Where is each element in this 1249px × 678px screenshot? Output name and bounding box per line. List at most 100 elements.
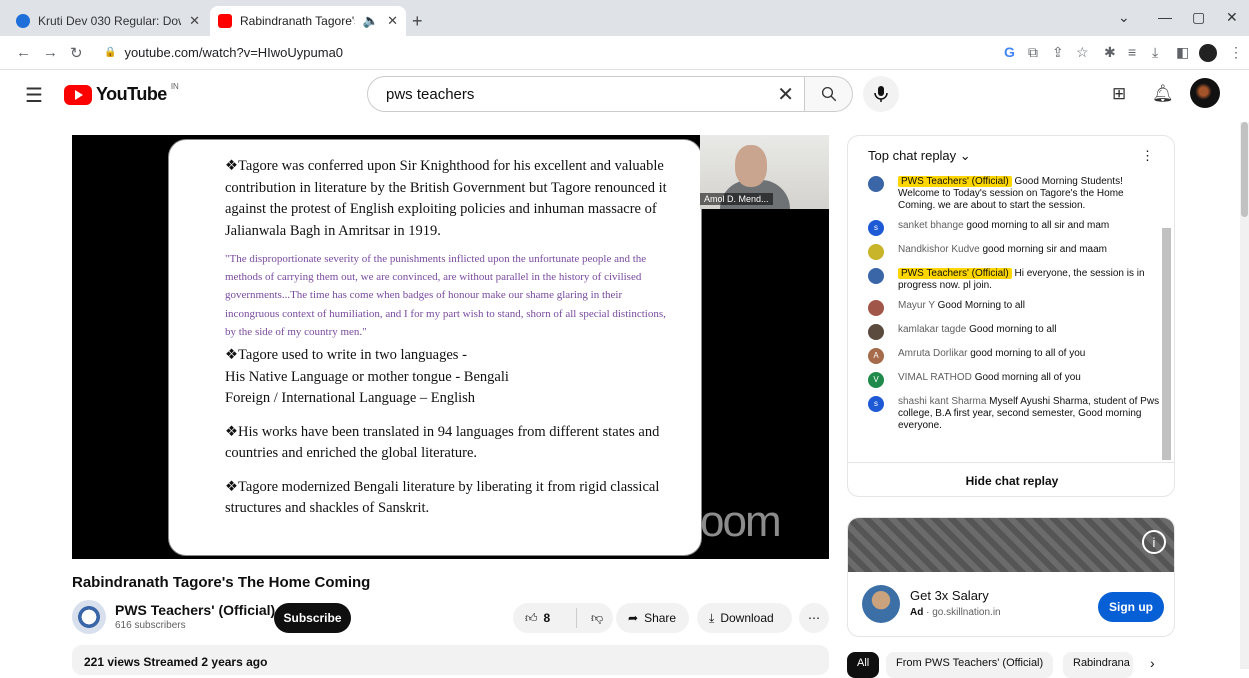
chat-author-name[interactable]: sanket bhange bbox=[898, 220, 964, 231]
google-ext-icon[interactable]: G bbox=[1004, 44, 1015, 60]
close-tab-icon[interactable]: ✕ bbox=[189, 13, 200, 29]
share-button[interactable]: ➦ Share bbox=[616, 603, 689, 633]
chat-message-content: shashi kant Sharma Myself Ayushi Sharma,… bbox=[898, 396, 1160, 432]
zoom-watermark: zoom bbox=[680, 497, 782, 546]
chat-author-name[interactable]: VIMAL RATHOD bbox=[898, 372, 972, 383]
extensions-icon[interactable]: ✱ bbox=[1104, 44, 1116, 61]
download-button[interactable]: ⤓ Download bbox=[697, 603, 792, 633]
chat-messages[interactable]: PWS Teachers' (Official) Good Morning St… bbox=[848, 176, 1160, 461]
subscribe-button[interactable]: Subscribe bbox=[274, 603, 351, 633]
chat-message[interactable]: A Amruta Dorlikar good morning to all of … bbox=[868, 348, 1160, 364]
side-panel-icon[interactable]: ◧ bbox=[1176, 44, 1189, 61]
chip-from-channel[interactable]: From PWS Teachers' (Official) bbox=[886, 652, 1054, 678]
search-button[interactable] bbox=[805, 76, 853, 112]
like-count: 8 bbox=[543, 611, 551, 625]
slide-paragraph: Foreign / International Language – Engli… bbox=[225, 390, 476, 407]
chat-message-content: VIMAL RATHOD Good morning all of you bbox=[898, 372, 1081, 388]
reload-icon[interactable]: ↻ bbox=[70, 44, 83, 62]
voice-search-button[interactable] bbox=[863, 76, 899, 112]
ad-title[interactable]: Get 3x Salary bbox=[910, 588, 989, 603]
chat-message[interactable]: V VIMAL RATHOD Good morning all of you bbox=[868, 372, 1160, 388]
more-dots-icon: ⋯ bbox=[808, 611, 820, 625]
browser-menu-icon[interactable]: ⋮ bbox=[1229, 44, 1243, 61]
channel-name[interactable]: PWS Teachers' (Official) bbox=[115, 602, 275, 618]
clear-search-icon[interactable]: ✕ bbox=[777, 82, 794, 107]
chat-message[interactable]: s sanket bhange good morning to all sir a… bbox=[868, 220, 1160, 236]
signup-button[interactable]: Sign up bbox=[1098, 592, 1164, 622]
hamburger-menu-icon[interactable]: ☰ bbox=[25, 83, 43, 108]
chat-author-avatar bbox=[868, 268, 884, 284]
video-title: Rabindranath Tagore's The Home Coming bbox=[72, 574, 371, 591]
chat-menu-icon[interactable]: ⋮ bbox=[1141, 148, 1154, 164]
reading-list-icon[interactable]: ≡ bbox=[1128, 44, 1136, 60]
maximize-icon[interactable]: ▢ bbox=[1192, 9, 1205, 26]
account-avatar[interactable] bbox=[1190, 78, 1220, 108]
chip-rabindranath[interactable]: Rabindrana bbox=[1063, 652, 1133, 678]
ad-card[interactable]: i Get 3x Salary Ad · go.skillnation.in S… bbox=[847, 517, 1175, 637]
chat-author-name[interactable]: PWS Teachers' (Official) bbox=[898, 176, 1012, 187]
youtube-logo[interactable]: YouTube IN bbox=[64, 82, 179, 105]
notifications-bell-icon[interactable]: 🔔︎ bbox=[1152, 84, 1174, 104]
chat-author-name[interactable]: Amruta Dorlikar bbox=[898, 348, 967, 359]
page-scrollbar[interactable] bbox=[1240, 122, 1249, 669]
close-window-icon[interactable]: ✕ bbox=[1226, 9, 1238, 26]
profile-avatar-icon[interactable] bbox=[1199, 44, 1217, 62]
chat-message-content: Nandkishor Kudve good morning sir and ma… bbox=[898, 244, 1107, 260]
url-text: youtube.com/watch?v=HIwoUypuma0 bbox=[124, 45, 344, 60]
share-page-icon[interactable]: ⇪ bbox=[1052, 44, 1064, 61]
chat-author-name[interactable]: Nandkishor Kudve bbox=[898, 244, 980, 255]
forward-icon[interactable]: → bbox=[43, 44, 58, 61]
create-video-icon[interactable]: ⊞ bbox=[1112, 84, 1126, 104]
browser-tab-youtube[interactable]: Rabindranath Tagore's The H 🔈 ✕ bbox=[210, 6, 406, 36]
chat-author-name[interactable]: shashi kant Sharma bbox=[898, 396, 986, 407]
more-actions-button[interactable]: ⋯ bbox=[799, 603, 829, 633]
chat-mode-dropdown[interactable]: Top chat replay ⌄ bbox=[868, 148, 971, 164]
chat-author-avatar bbox=[868, 324, 884, 340]
search-input[interactable]: pws teachers ✕ bbox=[367, 76, 805, 112]
chat-message-text: good morning to all sir and mam bbox=[966, 220, 1110, 231]
chat-message[interactable]: Mayur Y Good Morning to all bbox=[868, 300, 1160, 316]
chat-message-text: Good Morning to all bbox=[937, 300, 1025, 311]
chat-message-content: PWS Teachers' (Official) Hi everyone, th… bbox=[898, 268, 1160, 292]
ad-domain: go.skillnation.in bbox=[932, 607, 1001, 618]
downloads-icon[interactable]: ⤓ bbox=[1152, 44, 1158, 61]
tab-search-icon[interactable]: ⌄ bbox=[1118, 9, 1130, 26]
browser-tab-kruti[interactable]: Kruti Dev 030 Regular: Download ✕ bbox=[8, 6, 208, 36]
slide-paragraph: His Native Language or mother tongue - B… bbox=[225, 368, 509, 385]
chat-message[interactable]: PWS Teachers' (Official) Good Morning St… bbox=[868, 176, 1160, 212]
dislike-button[interactable]: 👎︎ bbox=[583, 611, 603, 626]
chat-message[interactable]: Nandkishor Kudve good morning sir and ma… bbox=[868, 244, 1160, 260]
chat-author-avatar bbox=[868, 176, 884, 192]
chip-all[interactable]: All bbox=[847, 652, 880, 678]
new-tab-icon[interactable]: + bbox=[412, 11, 423, 32]
chat-message-content: kamlakar tagde Good morning to all bbox=[898, 324, 1056, 340]
mute-tab-icon[interactable]: 🔈 bbox=[363, 13, 379, 29]
description-box[interactable]: 221 views Streamed 2 years ago bbox=[72, 645, 829, 675]
slide-paragraph: ❖Tagore used to write in two languages - bbox=[225, 347, 467, 364]
minimize-icon[interactable]: — bbox=[1158, 9, 1172, 25]
chat-message[interactable]: kamlakar tagde Good morning to all bbox=[868, 324, 1160, 340]
ad-info-icon[interactable]: i bbox=[1142, 530, 1166, 554]
bookmark-star-icon[interactable]: ☆ bbox=[1076, 44, 1089, 61]
close-tab-icon[interactable]: ✕ bbox=[387, 13, 398, 29]
like-button[interactable]: 👍︎ 8 bbox=[513, 608, 577, 628]
chat-scrollbar[interactable] bbox=[1162, 228, 1171, 460]
chat-author-name[interactable]: kamlakar tagde bbox=[898, 324, 966, 335]
chat-author-name[interactable]: PWS Teachers' (Official) bbox=[898, 268, 1012, 279]
install-app-icon[interactable]: ⧉ bbox=[1028, 44, 1038, 61]
chat-message[interactable]: s shashi kant Sharma Myself Ayushi Sharma… bbox=[868, 396, 1160, 432]
ad-banner-image: i bbox=[848, 518, 1174, 572]
back-icon[interactable]: ← bbox=[16, 44, 31, 61]
address-bar: ← → ↻ 🔒 youtube.com/watch?v=HIwoUypuma0 … bbox=[0, 36, 1249, 70]
slide-quote: "The disproportionate severity of the pu… bbox=[225, 253, 666, 338]
channel-avatar[interactable] bbox=[72, 600, 106, 634]
thumbs-down-icon: 👎︎ bbox=[591, 610, 604, 625]
chat-message[interactable]: PWS Teachers' (Official) Hi everyone, th… bbox=[868, 268, 1160, 292]
hide-chat-button[interactable]: Hide chat replay bbox=[848, 462, 1174, 496]
chat-message-text: good morning sir and maam bbox=[982, 244, 1108, 255]
chat-author-name[interactable]: Mayur Y bbox=[898, 300, 935, 311]
youtube-play-icon bbox=[64, 84, 92, 105]
chat-author-avatar bbox=[868, 300, 884, 316]
video-player[interactable]: ❖Tagore was conferred upon Sir Knighthoo… bbox=[72, 135, 829, 559]
url-field[interactable]: 🔒 youtube.com/watch?v=HIwoUypuma0 bbox=[104, 45, 343, 60]
